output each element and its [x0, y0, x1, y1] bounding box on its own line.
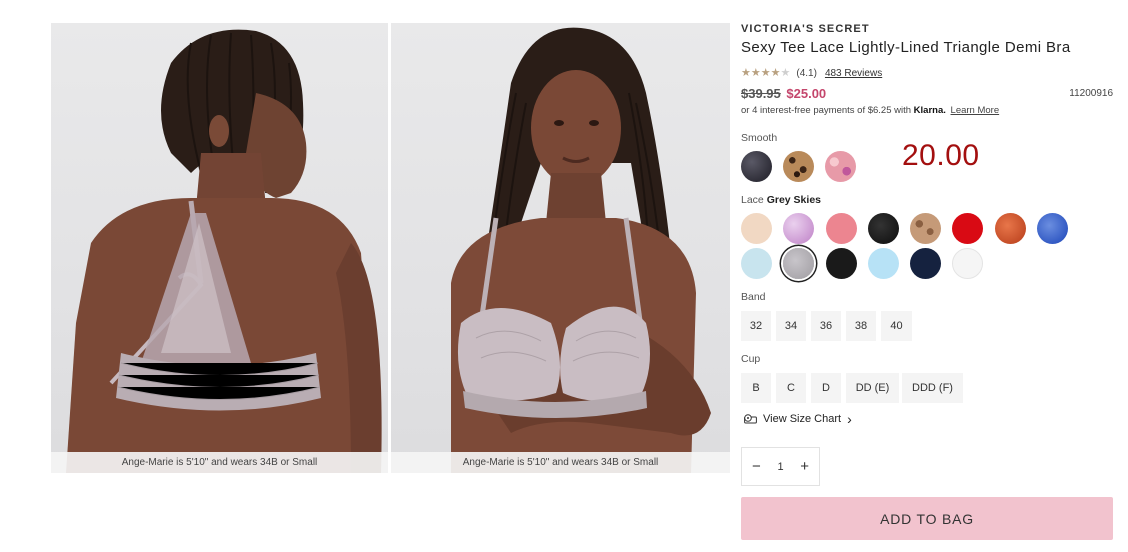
- klarna-text: or 4 interest-free payments of $6.25 wit…: [741, 105, 912, 116]
- quantity-increase-button[interactable]: +: [800, 458, 809, 475]
- model-front-illustration: [451, 27, 711, 473]
- band-option[interactable]: 32: [741, 311, 771, 341]
- overlay-price: 20.00: [902, 139, 980, 172]
- swatch-black-lace[interactable]: [826, 248, 857, 279]
- star-icon: ★: [760, 67, 771, 79]
- swatch-black[interactable]: [868, 213, 899, 244]
- reviews-link[interactable]: 483 Reviews: [825, 68, 882, 79]
- swatch-beige[interactable]: [741, 213, 772, 244]
- swatch-pink-floral[interactable]: [825, 151, 856, 182]
- product-title: Sexy Tee Lace Lightly-Lined Triangle Dem…: [741, 39, 1071, 56]
- image-caption: Ange-Marie is 5'10" and wears 34B or Sma…: [51, 452, 388, 473]
- band-option[interactable]: 34: [776, 311, 806, 341]
- swatch-black-marble[interactable]: [741, 151, 772, 182]
- cup-option[interactable]: D: [811, 373, 841, 403]
- star-rating-icon: ★ ★ ★ ★ ★: [741, 68, 790, 79]
- band-option[interactable]: 38: [846, 311, 876, 341]
- star-icon: ★: [770, 67, 781, 79]
- lace-label-text: Lace: [741, 194, 764, 206]
- quantity-stepper: − 1 +: [741, 447, 820, 486]
- swatch-white[interactable]: [952, 248, 983, 279]
- price-row: $39.95 $25.00: [741, 86, 826, 101]
- star-empty-icon: ★: [780, 67, 791, 79]
- size-chart-label: View Size Chart: [763, 413, 842, 425]
- rating-value: (4.1): [796, 68, 817, 79]
- swatch-burnt-orange[interactable]: [995, 213, 1026, 244]
- klarna-logo: Klarna.: [913, 105, 946, 116]
- swatch-light-blue[interactable]: [741, 248, 772, 279]
- swatch-royal-blue[interactable]: [1037, 213, 1068, 244]
- selected-color-name: Grey Skies: [766, 194, 821, 206]
- lace-label: Lace Grey Skies: [741, 194, 821, 206]
- swatch-navy[interactable]: [910, 248, 941, 279]
- smooth-label: Smooth: [741, 132, 778, 144]
- chevron-right-icon: ›: [847, 411, 852, 427]
- klarna-financing: or 4 interest-free payments of $6.25 wit…: [741, 105, 999, 116]
- tape-measure-icon: [744, 414, 757, 424]
- star-icon: ★: [750, 67, 761, 79]
- swatch-coral-pink[interactable]: [826, 213, 857, 244]
- cup-option[interactable]: DD (E): [846, 373, 899, 403]
- cup-option[interactable]: B: [741, 373, 771, 403]
- band-option[interactable]: 40: [881, 311, 912, 341]
- swatch-grey-skies[interactable]: [783, 248, 814, 279]
- band-option[interactable]: 36: [811, 311, 841, 341]
- band-label: Band: [741, 291, 766, 303]
- quantity-decrease-button[interactable]: −: [752, 458, 761, 475]
- star-icon: ★: [741, 67, 751, 79]
- image-caption: Ange-Marie is 5'10" and wears 34B or Sma…: [391, 452, 730, 473]
- brand-name: VICTORIA'S SECRET: [741, 23, 870, 35]
- cup-option[interactable]: DDD (F): [902, 373, 963, 403]
- swatch-red[interactable]: [952, 213, 983, 244]
- rating-row: ★ ★ ★ ★ ★ (4.1) 483 Reviews: [741, 68, 882, 80]
- original-price: $39.95: [741, 86, 781, 101]
- swatch-sky-blue[interactable]: [868, 248, 899, 279]
- model-back-illustration: [66, 29, 382, 473]
- swatch-mocha-leopard[interactable]: [910, 213, 941, 244]
- cup-label: Cup: [741, 353, 761, 365]
- learn-more-link[interactable]: Learn More: [951, 105, 1000, 116]
- swatch-leopard[interactable]: [783, 151, 814, 182]
- add-to-bag-button[interactable]: ADD TO BAG: [741, 497, 1113, 540]
- product-sku: 11200916: [1069, 88, 1113, 99]
- cup-option[interactable]: C: [776, 373, 806, 403]
- quantity-value[interactable]: 1: [777, 461, 783, 473]
- product-image-back[interactable]: Ange-Marie is 5'10" and wears 34B or Sma…: [51, 23, 388, 473]
- swatch-lilac[interactable]: [783, 213, 814, 244]
- size-chart-link[interactable]: View Size Chart ›: [744, 411, 852, 427]
- sale-price: $25.00: [786, 86, 827, 101]
- product-image-front[interactable]: Ange-Marie is 5'10" and wears 34B or Sma…: [391, 23, 730, 473]
